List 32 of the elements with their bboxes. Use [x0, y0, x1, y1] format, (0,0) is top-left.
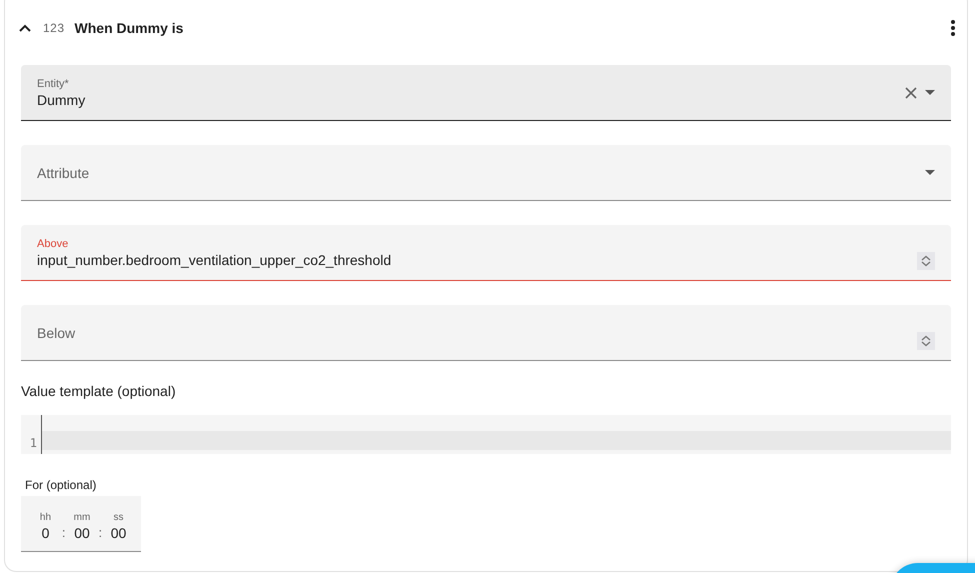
- spinner-icon[interactable]: [917, 332, 935, 350]
- field-label: Above: [37, 236, 70, 250]
- number-field[interactable]: Below: [21, 305, 951, 361]
- unit-label: ss: [114, 512, 124, 523]
- duration-label: For (optional): [25, 478, 98, 492]
- dropdown-caret-icon[interactable]: [925, 170, 935, 175]
- card-title: When Dummy is: [74, 20, 184, 36]
- time-separator: :: [62, 525, 66, 540]
- select-field[interactable]: Attribute: [21, 145, 951, 201]
- duration-input[interactable]: hh 0 : mm 00 : ss 00: [21, 496, 141, 552]
- spinner-icon[interactable]: [917, 252, 935, 270]
- field-label: Below: [37, 324, 76, 342]
- unit-value[interactable]: 00: [110, 525, 126, 541]
- field-value: input_number.bedroom_ventilation_upper_co2_threshold: [37, 250, 392, 268]
- more-options-icon[interactable]: [951, 20, 955, 36]
- select-field[interactable]: Entity* Dummy: [21, 65, 951, 121]
- unit-label: mm: [74, 512, 90, 523]
- unit-label: hh: [40, 512, 52, 523]
- number-type-icon: 123: [43, 21, 65, 35]
- field-value: Dummy: [37, 90, 86, 108]
- collapse-chevron-icon[interactable]: [19, 24, 31, 32]
- number-field[interactable]: Above input_number.bedroom_ventilation_upper_co2_threshold: [21, 225, 951, 281]
- field-label: Attribute: [37, 164, 90, 182]
- template-label: Value template (optional): [21, 383, 177, 399]
- unit-value[interactable]: 0: [42, 525, 50, 541]
- line-number: 1: [30, 436, 37, 450]
- code-editor[interactable]: 1: [21, 415, 951, 454]
- unit-value[interactable]: 00: [74, 525, 90, 541]
- dropdown-caret-icon[interactable]: [925, 90, 935, 95]
- field-label: Entity*: [37, 76, 70, 90]
- clear-icon[interactable]: [905, 86, 917, 98]
- time-separator: :: [98, 525, 102, 540]
